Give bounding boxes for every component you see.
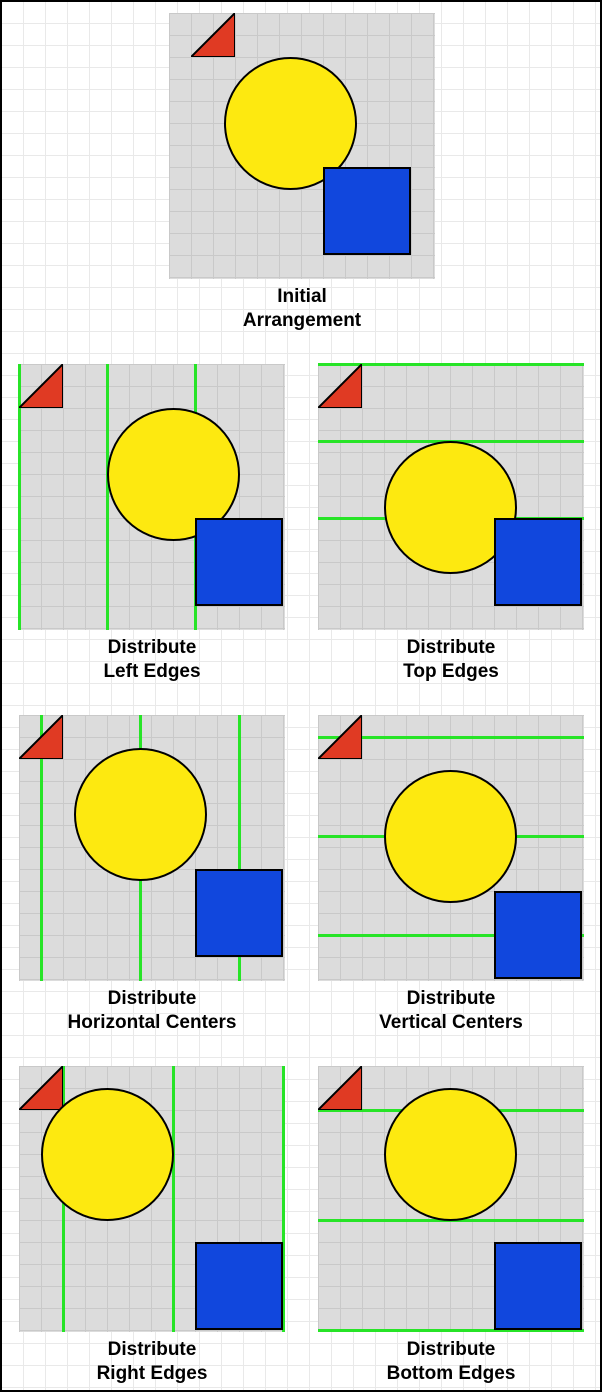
circle-shape [384,770,517,903]
square-shape [195,869,283,957]
panel-initial: Initial Arrangement [169,13,435,333]
circle-shape [384,1088,517,1221]
diagram-page: Initial Arrangement Distribute Left Edge… [0,0,602,1392]
triangle-shape [19,1066,63,1110]
square-shape [494,1242,582,1330]
panel-hcenters: Distribute Horizontal Centers [19,715,285,1035]
canvas-top [318,364,584,630]
caption-bottom: Distribute Bottom Edges [318,1338,584,1386]
canvas-initial [169,13,435,279]
panel-right-edges: Distribute Right Edges [19,1066,285,1386]
triangle-shape [19,364,63,408]
caption-right: Distribute Right Edges [19,1338,285,1386]
panel-vcenters: Distribute Vertical Centers [318,715,584,1035]
guide-line [172,1066,175,1332]
canvas-bottom [318,1066,584,1332]
canvas-left [19,364,285,630]
triangle-shape [191,13,235,57]
triangle-shape [318,715,362,759]
caption-initial: Initial Arrangement [169,285,435,333]
canvas-right [19,1066,285,1332]
square-shape [494,891,582,979]
caption-left: Distribute Left Edges [19,636,285,684]
guide-line [106,364,109,630]
square-shape [195,1242,283,1330]
square-shape [195,518,283,606]
triangle-shape [318,364,362,408]
caption-top: Distribute Top Edges [318,636,584,684]
triangle-shape [318,1066,362,1110]
square-shape [323,167,411,255]
circle-shape [41,1088,174,1221]
panel-top-edges: Distribute Top Edges [318,364,584,684]
caption-vcenters: Distribute Vertical Centers [318,987,584,1035]
panel-left-edges: Distribute Left Edges [19,364,285,684]
caption-hcenters: Distribute Horizontal Centers [19,987,285,1035]
circle-shape [74,748,207,881]
triangle-shape [19,715,63,759]
canvas-hcenters [19,715,285,981]
square-shape [494,518,582,606]
panel-bottom-edges: Distribute Bottom Edges [318,1066,584,1386]
canvas-vcenters [318,715,584,981]
